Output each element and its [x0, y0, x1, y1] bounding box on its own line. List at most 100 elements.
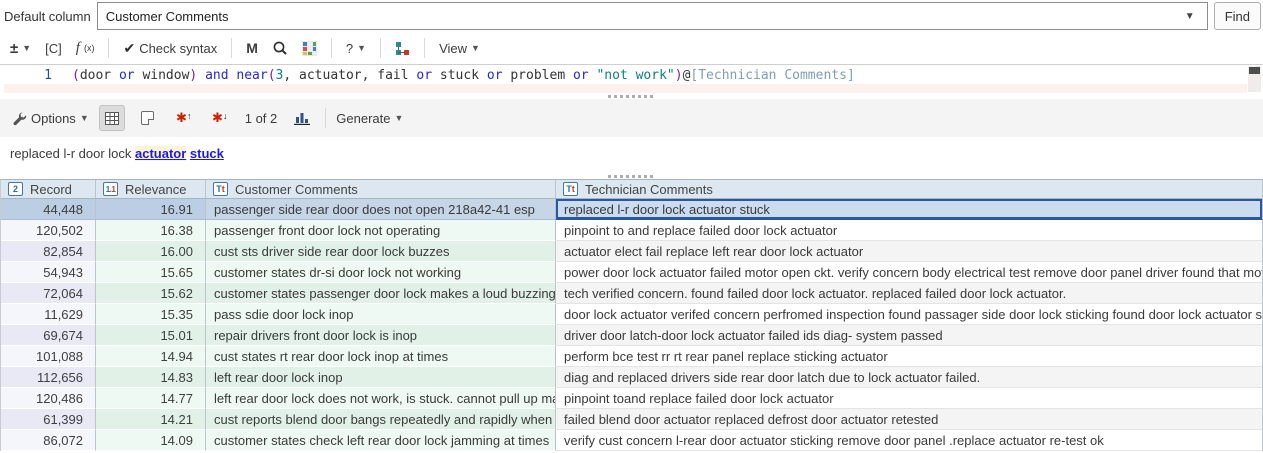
relevance-cell[interactable]: 14.77	[96, 388, 206, 409]
column-header-technician-comments[interactable]: Tt Technician Comments	[556, 180, 1263, 198]
hierarchy-button[interactable]	[395, 41, 410, 56]
relevance-cell[interactable]: 16.00	[96, 241, 206, 262]
record-cell[interactable]: 69,674	[1, 325, 96, 346]
technician-comments-cell[interactable]: verify cust concern l-rear door actuator…	[556, 430, 1263, 451]
customer-comments-cell[interactable]: pass sdie door lock inop	[206, 304, 556, 325]
technician-comments-cell[interactable]: driver door latch-door lock actuator fai…	[556, 325, 1263, 346]
record-cell[interactable]: 86,072	[1, 430, 96, 451]
record-cell[interactable]: 120,502	[1, 220, 96, 241]
relevance-cell[interactable]: 14.94	[96, 346, 206, 367]
record-cell[interactable]: 44,448	[1, 199, 96, 220]
function-button[interactable]: f(x)	[76, 40, 95, 57]
customer-comments-cell[interactable]: cust sts driver side rear door lock buzz…	[206, 241, 556, 262]
table-body: 44,44816.91passenger side rear door does…	[1, 199, 1263, 451]
document-view-button[interactable]	[135, 105, 161, 131]
customer-comments-cell[interactable]: repair drivers front door lock is inop	[206, 325, 556, 346]
record-cell[interactable]: 54,943	[1, 262, 96, 283]
record-cell[interactable]: 72,064	[1, 283, 96, 304]
technician-comments-cell[interactable]: power door lock actuator failed motor op…	[556, 262, 1263, 283]
options-menu-button[interactable]: Options ▼	[12, 111, 89, 126]
relevance-cell[interactable]: 15.62	[96, 283, 206, 304]
code-token: or	[119, 68, 135, 83]
record-cell[interactable]: 11,629	[1, 304, 96, 325]
separator	[424, 38, 425, 58]
hit-term[interactable]: stuck	[190, 146, 224, 161]
column-header-customer-comments[interactable]: Tt Customer Comments	[206, 180, 556, 198]
code-token: or	[573, 68, 589, 83]
relevance-cell[interactable]: 16.38	[96, 220, 206, 241]
record-cell[interactable]: 112,656	[1, 367, 96, 388]
chevron-down-icon: ▼	[394, 113, 403, 123]
table-icon	[105, 112, 119, 125]
table-row: 61,39914.21cust reports blend door bangs…	[1, 409, 1263, 430]
customer-comments-cell[interactable]: cust reports blend door bangs repeatedly…	[206, 409, 556, 430]
customer-comments-cell[interactable]: customer states dr-si door lock not work…	[206, 262, 556, 283]
technician-comments-cell[interactable]: door lock actuator verifed concern perfr…	[556, 304, 1263, 325]
insert-operator-button[interactable]: ± ▼	[10, 40, 31, 57]
column-reference-button[interactable]: [C]	[45, 41, 62, 56]
query-toolbar: ± ▼ [C] f(x) ✔ Check syntax M ? ▼ View ▼	[0, 32, 1263, 64]
customer-comments-cell[interactable]: left rear door lock does not work, is st…	[206, 388, 556, 409]
technician-comments-cell[interactable]: failed blend door actuator replaced defr…	[556, 409, 1263, 430]
customer-comments-cell[interactable]: customer states passenger door lock make…	[206, 283, 556, 304]
next-hit-button[interactable]: ✱↓	[207, 105, 233, 131]
relevance-cell[interactable]: 15.65	[96, 262, 206, 283]
code-token: or	[487, 68, 503, 83]
technician-comments-cell[interactable]: replaced l-r door lock actuator stuck	[556, 199, 1263, 220]
default-column-combobox[interactable]: Customer Comments ▼	[97, 2, 1208, 30]
record-cell[interactable]: 120,486	[1, 388, 96, 409]
record-cell[interactable]: 61,399	[1, 409, 96, 430]
record-cell[interactable]: 101,088	[1, 346, 96, 367]
view-menu-button[interactable]: View ▼	[439, 41, 480, 56]
code-token: [Technician Comments]	[690, 68, 854, 83]
technician-comments-cell[interactable]: pinpoint toand replace failed door lock …	[556, 388, 1263, 409]
find-button[interactable]: Find	[1214, 2, 1261, 30]
search-button[interactable]	[272, 40, 288, 56]
hierarchy-icon	[395, 41, 410, 56]
relevance-cell[interactable]: 14.09	[96, 430, 206, 451]
chart-button[interactable]	[289, 105, 315, 131]
relevance-cell[interactable]: 14.83	[96, 367, 206, 388]
code-token: stuck	[432, 68, 487, 83]
query-editor[interactable]: 1 (door or window) and near(3, actuator,…	[0, 64, 1263, 93]
column-label: Customer Comments	[235, 182, 358, 197]
relevance-cell[interactable]: 15.35	[96, 304, 206, 325]
chevron-down-icon: ▼	[22, 43, 31, 53]
record-cell[interactable]: 82,854	[1, 241, 96, 262]
hit-counter: 1 of 2	[245, 111, 278, 126]
editor-scrollbar-thumb[interactable]	[1249, 67, 1260, 74]
table-view-button[interactable]	[99, 105, 125, 131]
relevance-cell[interactable]: 14.21	[96, 409, 206, 430]
column-header-relevance[interactable]: 1.1 Relevance	[96, 180, 206, 198]
relevance-cell[interactable]: 15.01	[96, 325, 206, 346]
chevron-down-icon[interactable]: ▼	[1185, 11, 1195, 22]
match-case-button[interactable]: M	[246, 40, 258, 56]
options-label: Options	[31, 111, 76, 126]
text-column-icon: Tt	[213, 182, 228, 196]
document-icon	[141, 111, 154, 125]
customer-comments-cell[interactable]: customer states check left rear door loc…	[206, 430, 556, 451]
technician-comments-cell[interactable]: tech verified concern. found failed door…	[556, 283, 1263, 304]
editor-scrollbar[interactable]	[1248, 66, 1261, 92]
generate-menu-button[interactable]: Generate ▼	[336, 111, 403, 126]
technician-comments-cell[interactable]: actuator elect fail replace left rear do…	[556, 241, 1263, 262]
customer-comments-cell[interactable]: left rear door lock inop	[206, 367, 556, 388]
previous-hit-button[interactable]: ✱↑	[171, 105, 197, 131]
hit-term[interactable]: actuator	[135, 146, 186, 161]
color-map-button[interactable]	[302, 41, 317, 56]
technician-comments-cell[interactable]: pinpoint to and replace failed door lock…	[556, 220, 1263, 241]
code-line-content[interactable]: (door or window) and near(3, actuator, f…	[72, 68, 1243, 83]
help-button[interactable]: ? ▼	[346, 41, 366, 56]
customer-comments-cell[interactable]: passenger front door lock not operating	[206, 220, 556, 241]
relevance-cell[interactable]: 16.91	[96, 199, 206, 220]
code-token: window	[135, 68, 190, 83]
check-syntax-button[interactable]: ✔ Check syntax	[123, 40, 217, 57]
technician-comments-cell[interactable]: perform bce test rr rt rear panel replac…	[556, 346, 1263, 367]
hit-up-icon: ✱↑	[176, 110, 191, 126]
customer-comments-cell[interactable]: passenger side rear door does not open 2…	[206, 199, 556, 220]
customer-comments-cell[interactable]: cust states rt rear door lock inop at ti…	[206, 346, 556, 367]
technician-comments-cell[interactable]: diag and replaced drivers side rear door…	[556, 367, 1263, 388]
column-header-record[interactable]: 2 Record	[1, 180, 96, 198]
table-row: 11,62915.35pass sdie door lock inopdoor …	[1, 304, 1263, 325]
table-row: 44,44816.91passenger side rear door does…	[1, 199, 1263, 220]
